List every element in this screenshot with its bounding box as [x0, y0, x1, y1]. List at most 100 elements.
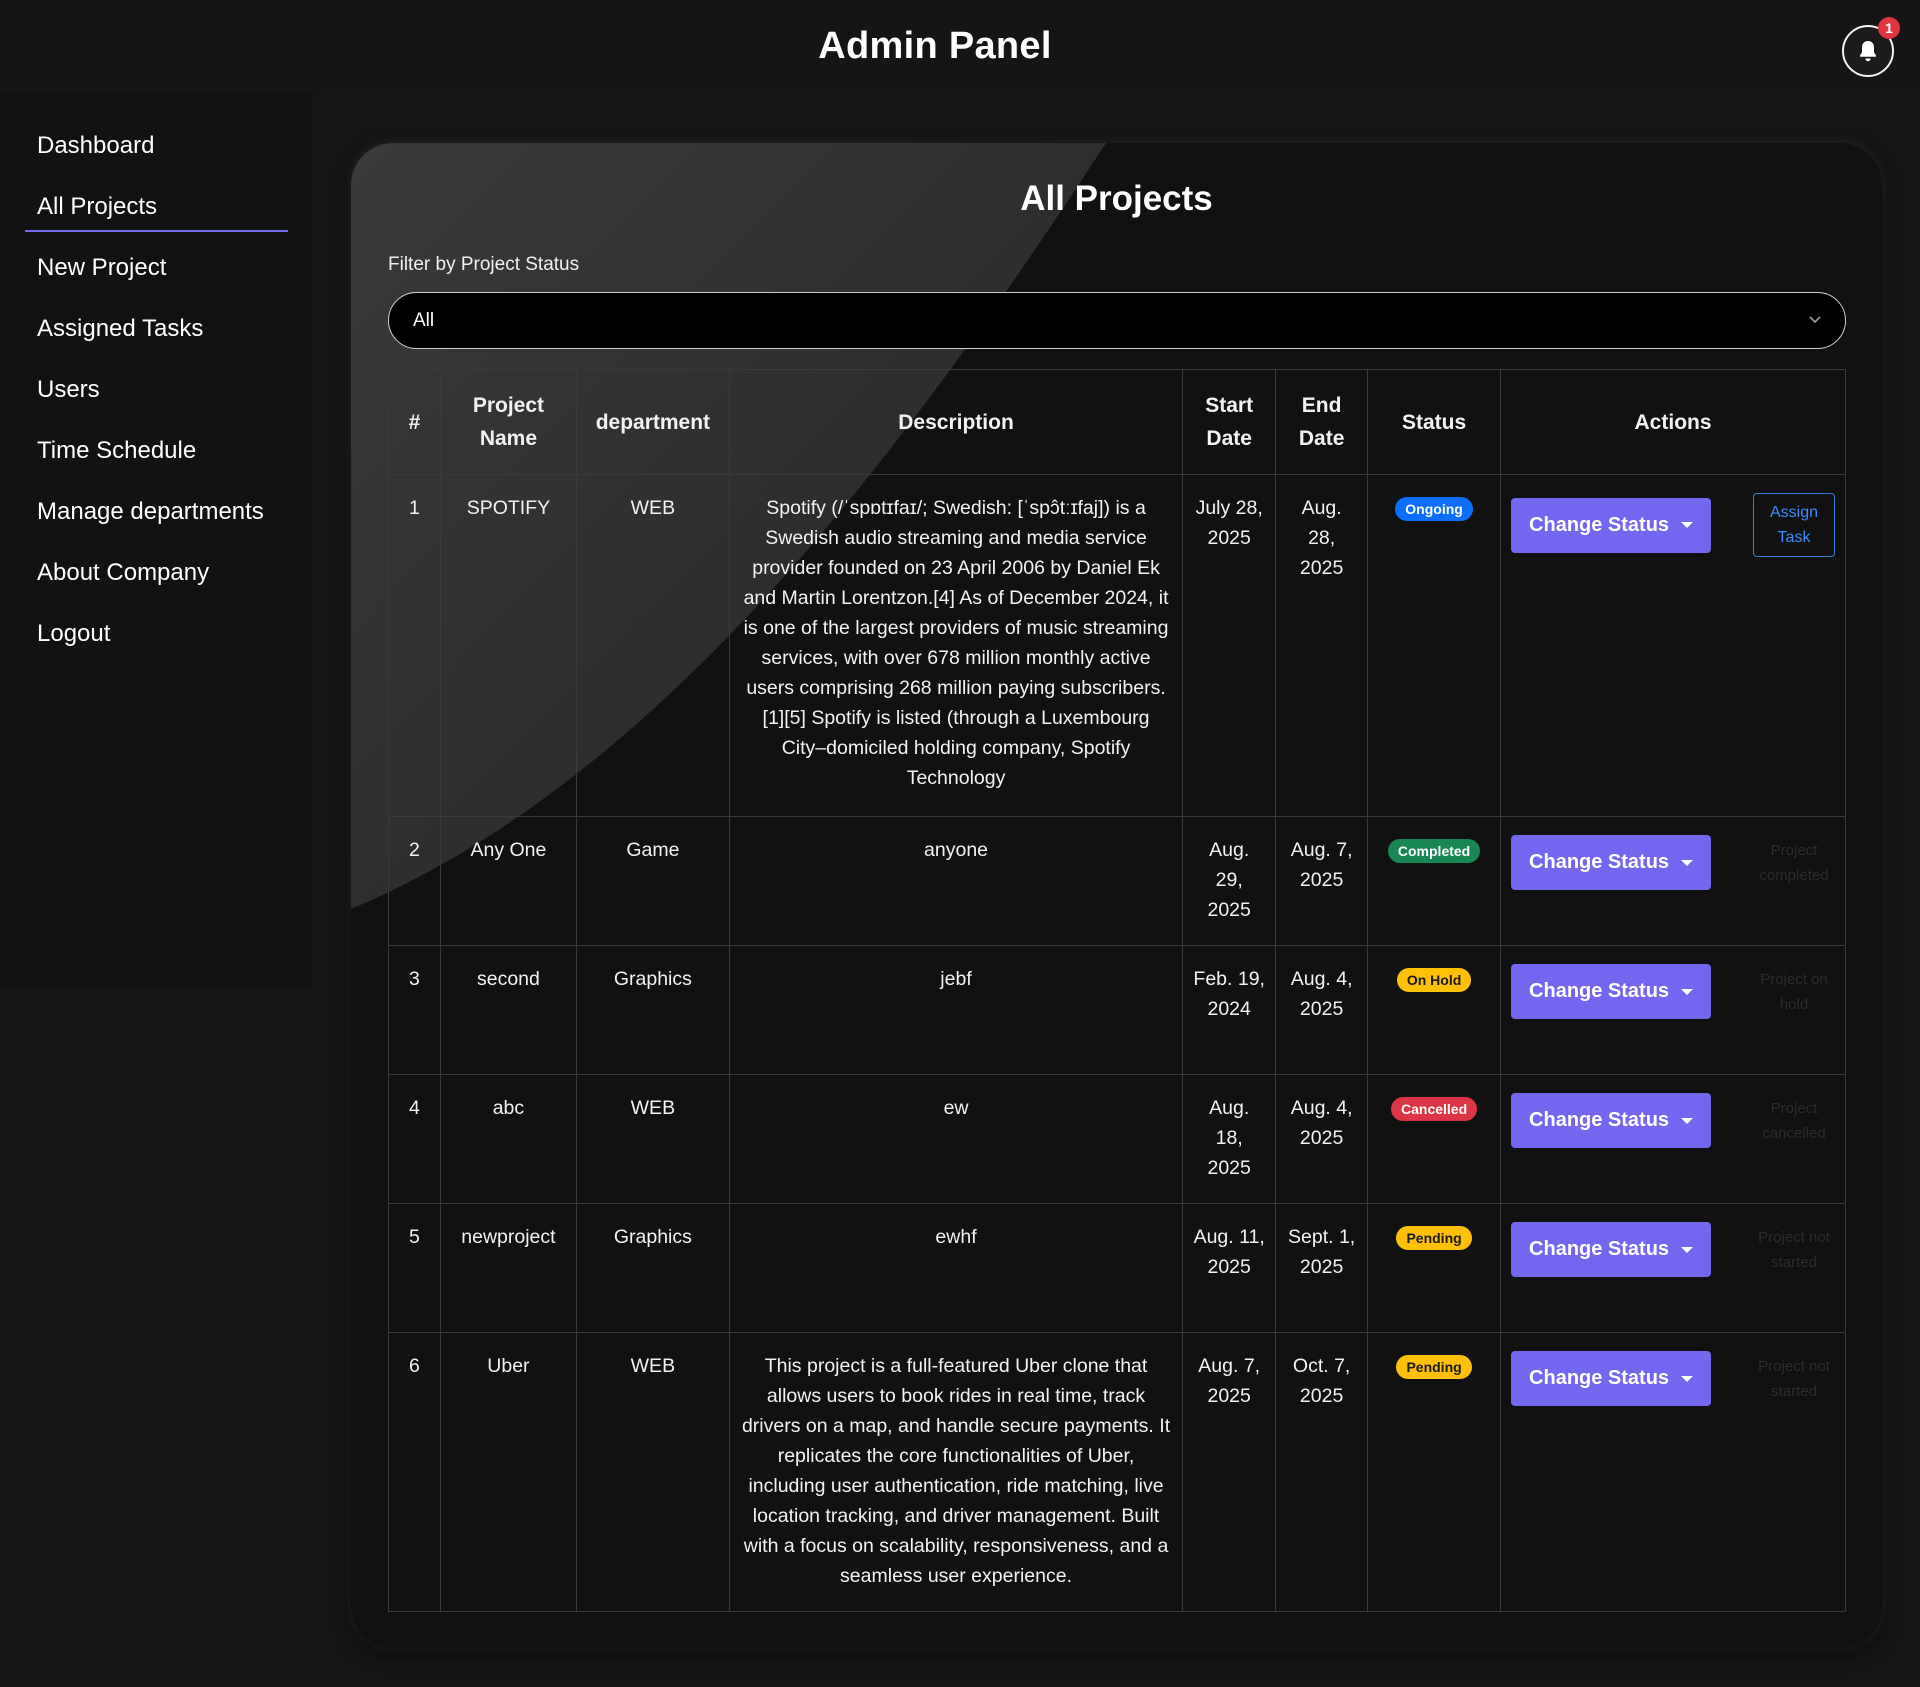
status-badge: Pending [1396, 1226, 1472, 1250]
table-row: 6 Uber WEB This project is a full-featur… [388, 1332, 1846, 1612]
change-status-button[interactable]: Change Status [1511, 1222, 1712, 1277]
actions-cell: Change Status Project cancelled [1500, 1074, 1846, 1204]
project-department: WEB [575, 474, 730, 817]
caret-down-icon [1681, 988, 1694, 995]
end-date: Aug. 4, 2025 [1275, 945, 1369, 1075]
change-status-button[interactable]: Change Status [1511, 964, 1712, 1019]
header-status: Status [1367, 369, 1502, 475]
sidebar-item-users[interactable]: Users [25, 366, 288, 427]
projects-card: All Projects Filter by Project Status Al… [351, 143, 1882, 1648]
status-cell: Ongoing [1367, 474, 1502, 817]
change-status-label: Change Status [1529, 1109, 1670, 1131]
action-note: Project cancelled [1762, 1099, 1826, 1142]
project-department: WEB [575, 1074, 730, 1204]
status-cell: Completed [1367, 816, 1502, 946]
project-description: Spotify (/ˈspɒtɪfaɪ/; Swedish: [ˈspɔ̂tːɪ… [728, 474, 1184, 817]
status-badge: On Hold [1396, 968, 1472, 992]
row-number: 4 [388, 1074, 441, 1204]
start-date: July 28, 2025 [1182, 474, 1277, 817]
sidebar-item-dashboard[interactable]: Dashboard [25, 122, 288, 183]
actions-cell: Change Status Project not started [1500, 1332, 1846, 1612]
status-cell: On Hold [1367, 945, 1502, 1075]
filter-selected-value: All [413, 309, 435, 331]
header-department: department [575, 369, 730, 475]
actions-cell: Change Status Assign Task [1500, 474, 1846, 817]
action-note: Project on hold [1760, 970, 1828, 1013]
caret-down-icon [1681, 859, 1694, 866]
row-number: 6 [388, 1332, 441, 1612]
end-date: Oct. 7, 2025 [1275, 1332, 1369, 1612]
header-description: Description [728, 369, 1184, 475]
table-row: 1 SPOTIFY WEB Spotify (/ˈspɒtɪfaɪ/; Swed… [388, 474, 1846, 817]
status-badge: Cancelled [1391, 1097, 1478, 1121]
project-name: Uber [439, 1332, 577, 1612]
header-project-name: Project Name [439, 369, 577, 475]
change-status-button[interactable]: Change Status [1511, 835, 1712, 890]
header-actions: Actions [1500, 369, 1846, 475]
project-description: ewhf [728, 1203, 1184, 1333]
start-date: Aug. 11, 2025 [1182, 1203, 1277, 1333]
start-date: Aug. 29, 2025 [1182, 816, 1277, 946]
sidebar-item-manage-departments[interactable]: Manage departments [25, 488, 288, 549]
filter-label: Filter by Project Status [388, 254, 580, 275]
status-cell: Pending [1367, 1332, 1502, 1612]
project-name: abc [439, 1074, 577, 1204]
change-status-button[interactable]: Change Status [1511, 1093, 1712, 1148]
sidebar-item-about-company[interactable]: About Company [25, 549, 288, 610]
sidebar-item-time-schedule[interactable]: Time Schedule [25, 427, 288, 488]
change-status-label: Change Status [1529, 980, 1670, 1002]
actions-cell: Change Status Project completed [1500, 816, 1846, 946]
notification-button[interactable]: 1 [1842, 17, 1900, 77]
chevron-down-icon [1809, 316, 1821, 324]
status-badge: Completed [1387, 839, 1481, 863]
project-name: Any One [439, 816, 577, 946]
row-number: 5 [388, 1203, 441, 1333]
status-cell: Pending [1367, 1203, 1502, 1333]
notification-count-badge: 1 [1878, 17, 1900, 39]
change-status-button[interactable]: Change Status [1511, 1351, 1712, 1406]
caret-down-icon [1681, 1117, 1694, 1124]
action-note: Project not started [1758, 1228, 1830, 1271]
actions-cell: Change Status Project on hold [1500, 945, 1846, 1075]
project-description: ew [728, 1074, 1184, 1204]
change-status-label: Change Status [1529, 513, 1670, 536]
top-bar: Admin Panel 1 [0, 0, 1920, 92]
project-description: anyone [728, 816, 1184, 946]
change-status-button[interactable]: Change Status [1511, 497, 1712, 553]
status-filter-select[interactable]: All [388, 292, 1846, 349]
end-date: Sept. 1, 2025 [1275, 1203, 1369, 1333]
sidebar-item-logout[interactable]: Logout [25, 610, 288, 671]
end-date: Aug. 4, 2025 [1275, 1074, 1369, 1204]
sidebar-item-assigned-tasks[interactable]: Assigned Tasks [25, 305, 288, 366]
action-note: Project completed [1759, 841, 1829, 884]
projects-table: # Project Name department Description St… [388, 369, 1846, 1612]
project-name: newproject [439, 1203, 577, 1333]
project-department: WEB [575, 1332, 730, 1612]
bell-icon [1860, 41, 1876, 62]
header-start-date: Start Date [1182, 369, 1277, 475]
project-name: SPOTIFY [439, 474, 577, 817]
assign-task-button[interactable]: Assign Task [1753, 493, 1835, 557]
project-name: second [439, 945, 577, 1075]
start-date: Aug. 7, 2025 [1182, 1332, 1277, 1612]
project-description: This project is a full-featured Uber clo… [728, 1332, 1184, 1612]
table-header-row: # Project Name department Description St… [388, 369, 1846, 475]
caret-down-icon [1681, 1375, 1694, 1382]
sidebar-item-all-projects[interactable]: All Projects [25, 183, 288, 232]
sidebar-item-new-project[interactable]: New Project [25, 244, 288, 305]
change-status-label: Change Status [1529, 1367, 1670, 1389]
table-row: 3 second Graphics jebf Feb. 19, 2024 Aug… [388, 945, 1846, 1075]
row-number: 1 [388, 474, 441, 817]
header-end-date: End Date [1275, 369, 1369, 475]
change-status-label: Change Status [1529, 851, 1670, 873]
project-department: Graphics [575, 1203, 730, 1333]
header-number: # [388, 369, 441, 475]
table-row: 2 Any One Game anyone Aug. 29, 2025 Aug.… [388, 816, 1846, 946]
action-note: Project not started [1758, 1357, 1830, 1400]
caret-down-icon [1681, 522, 1694, 528]
project-department: Graphics [575, 945, 730, 1075]
start-date: Aug. 18, 2025 [1182, 1074, 1277, 1204]
sidebar: Dashboard All Projects New Project Assig… [0, 92, 313, 987]
project-description: jebf [728, 945, 1184, 1075]
row-number: 2 [388, 816, 441, 946]
